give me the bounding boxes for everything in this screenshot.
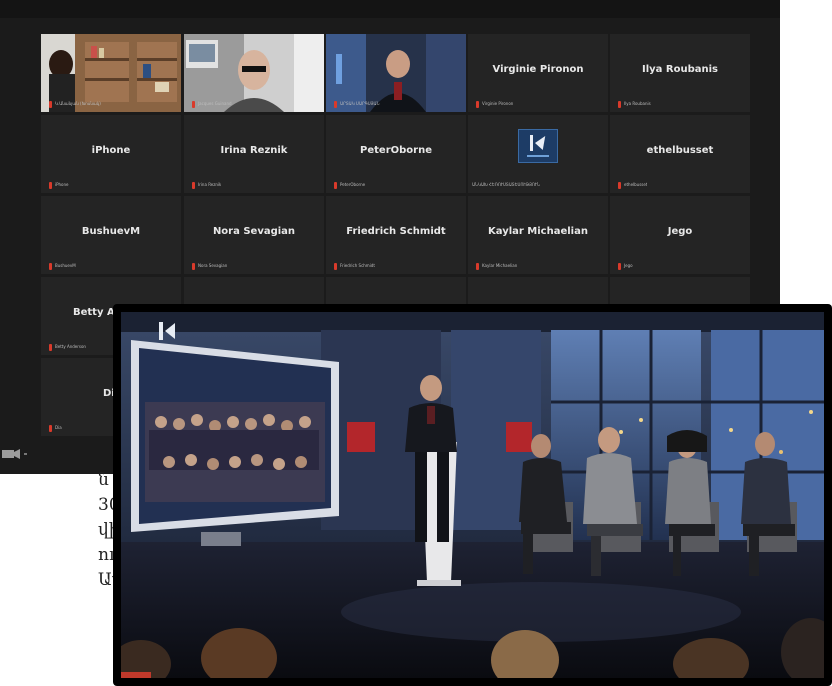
mic-muted-icon [49, 262, 52, 270]
participant-label: Կ.Անանյան (Խոսնակ) [55, 101, 101, 106]
participant-name: Kaylar Michaelian [488, 226, 588, 237]
channel-logo-icon [155, 320, 185, 344]
participant-tile[interactable]: ԱՆԿԱԽ ՀԵՌՈՒՍՏԱՏԵՍՈՒԹՅՈՒՆ [468, 115, 608, 193]
participant-label: Irina Reznik [198, 182, 222, 187]
participant-tile[interactable]: iPhone iPhone [41, 115, 181, 193]
participant-tile[interactable]: Irina Reznik Irina Reznik [184, 115, 324, 193]
participant-name: BushuevM [81, 226, 141, 237]
participant-label: Virginie Pironon [482, 101, 514, 106]
participant-label: Jego [624, 263, 633, 268]
participant-label: Nora Sevagian [198, 263, 228, 268]
participant-tile[interactable]: ԱՐՏԱԿ ՍԱՐԳՍՅԱՆ [326, 34, 466, 112]
participant-tile[interactable]: BushuevM BushuevM [41, 196, 181, 274]
participant-name: Friedrich Schmidt [346, 226, 446, 237]
mic-muted-icon [49, 343, 52, 351]
studio-scene [121, 312, 824, 678]
participant-tile[interactable]: Nora Sevagian Nora Sevagian [184, 196, 324, 274]
participant-tile[interactable]: ethelbusset ethelbusset [610, 115, 750, 193]
participant-label: ethelbusset [624, 182, 648, 187]
participant-name: Ilya Roubanis [642, 64, 718, 75]
participant-label: Betty Anderson [55, 344, 86, 349]
channel-logo [518, 129, 558, 163]
mic-muted-icon [334, 262, 337, 270]
participant-label: PeterOborne [340, 182, 366, 187]
participant-label: Kaylar Michaelian [482, 263, 518, 268]
participant-label: ԱՆԿԱԽ ՀԵՌՈՒՍՏԱՏԵՍՈՒԹՅՈՒՆ [472, 182, 540, 187]
participant-tile[interactable]: PeterOborne PeterOborne [326, 115, 466, 193]
participant-name: Nora Sevagian [212, 226, 296, 237]
participant-label: ԱՐՏԱԿ ՍԱՐԳՍՅԱՆ [340, 101, 380, 106]
mic-muted-icon [49, 100, 52, 108]
participant-label: Ilya Roubanis [624, 101, 651, 106]
participant-tile[interactable]: Ilya Roubanis Ilya Roubanis [610, 34, 750, 112]
participant-tile[interactable]: Friedrich Schmidt Friedrich Schmidt [326, 196, 466, 274]
participant-name: Jego [667, 226, 693, 237]
mic-muted-icon [192, 262, 195, 270]
participant-tile[interactable]: Virginie Pironon Virginie Pironon [468, 34, 608, 112]
participant-tile[interactable]: Kaylar Michaelian Kaylar Michaelian [468, 196, 608, 274]
participant-name: PeterOborne [360, 145, 432, 156]
mic-muted-icon [49, 424, 52, 432]
participant-name: iPhone [91, 145, 131, 156]
camera-control-icon[interactable] [0, 444, 30, 464]
mic-muted-icon [618, 100, 621, 108]
mic-muted-icon [334, 181, 337, 189]
mic-muted-icon [476, 100, 479, 108]
mic-muted-icon [618, 181, 621, 189]
studio-photo [113, 304, 832, 686]
mic-muted-icon [192, 100, 195, 108]
participant-tile[interactable]: Jego Jego [610, 196, 750, 274]
participant-name: Virginie Pironon [492, 64, 584, 75]
mic-muted-icon [334, 100, 337, 108]
mic-muted-icon [618, 262, 621, 270]
participant-label: Dia [55, 425, 62, 430]
participant-tile[interactable]: Jacques Guinand [184, 34, 324, 112]
window-top-strip [0, 0, 780, 18]
participant-label: Friedrich Schmidt [340, 263, 375, 268]
participant-name: Irina Reznik [220, 145, 288, 156]
participant-label: Jacques Guinand [198, 101, 232, 106]
participant-label: iPhone [55, 182, 69, 187]
participant-label: BushuevM [55, 263, 76, 268]
mic-muted-icon [476, 262, 479, 270]
participant-name: ethelbusset [646, 145, 714, 156]
participant-tile[interactable]: Կ.Անանյան (Խոսնակ) [41, 34, 181, 112]
mic-muted-icon [192, 181, 195, 189]
mic-muted-icon [49, 181, 52, 189]
